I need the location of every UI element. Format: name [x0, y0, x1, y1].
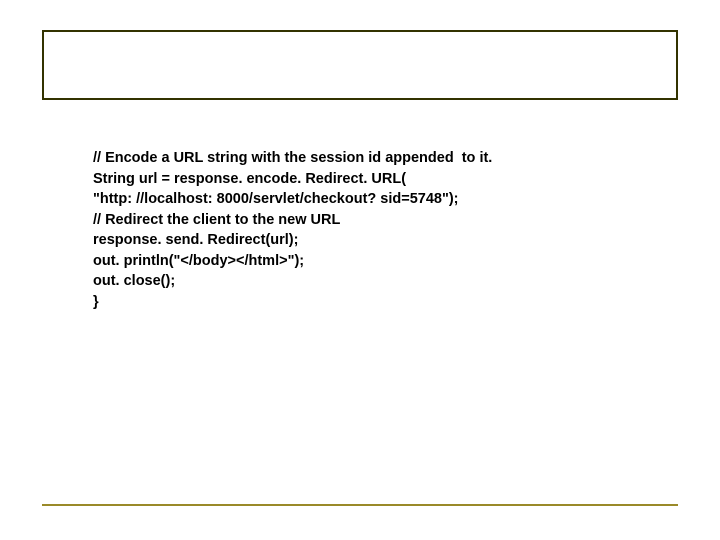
code-content: // Encode a URL string with the session …: [93, 148, 653, 313]
code-line: "http: //localhost: 8000/servlet/checkou…: [93, 189, 653, 210]
slide: // Encode a URL string with the session …: [0, 0, 720, 540]
code-line: response. send. Redirect(url);: [93, 230, 653, 251]
code-line: }: [93, 292, 653, 313]
bottom-border-line: [42, 504, 678, 506]
title-box: [42, 30, 678, 100]
code-line: String url = response. encode. Redirect.…: [93, 169, 653, 190]
code-line: out. close();: [93, 271, 653, 292]
code-line: // Encode a URL string with the session …: [93, 148, 653, 169]
code-line: out. println("</body></html>");: [93, 251, 653, 272]
code-line: // Redirect the client to the new URL: [93, 210, 653, 231]
